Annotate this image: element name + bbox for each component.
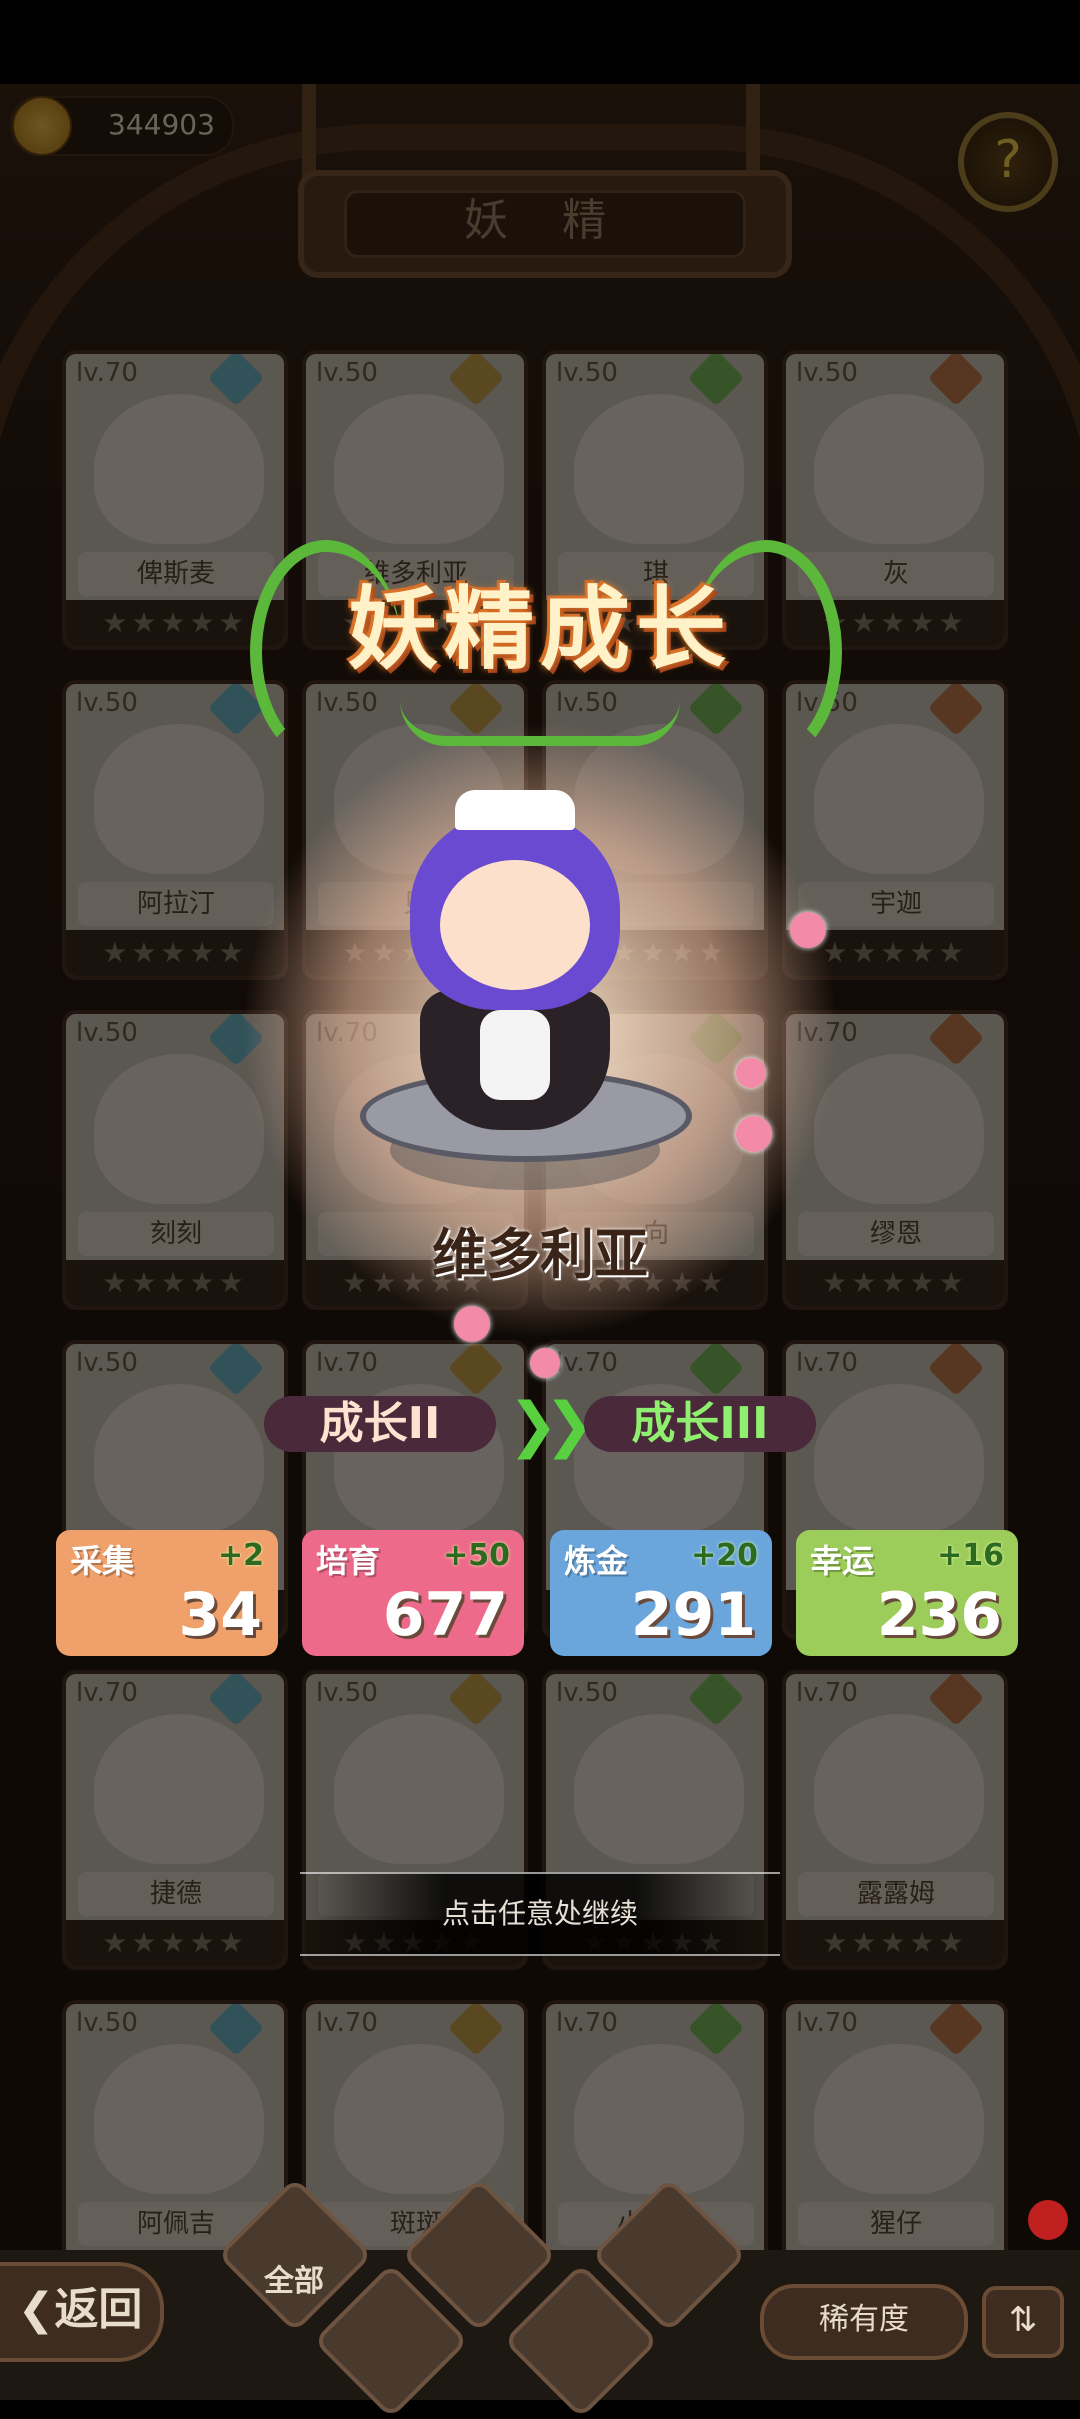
ladybug-icon[interactable]	[1028, 2200, 1068, 2240]
vine-ornament-icon	[400, 700, 680, 746]
stage-to: 成长III	[584, 1396, 816, 1452]
fairy-apron	[480, 1010, 550, 1100]
stat-luck: 幸运 +16 236	[796, 1530, 1018, 1656]
fairy-face	[440, 860, 590, 990]
rarity-sort-button[interactable]: 稀有度	[760, 2284, 968, 2360]
stage-from: 成长II	[264, 1396, 496, 1452]
sort-icon[interactable]: ⇅	[982, 2286, 1064, 2358]
back-button[interactable]: ❮返回	[0, 2262, 164, 2362]
stat-increase: +2	[217, 1538, 264, 1573]
back-label: 返回	[54, 2284, 143, 2335]
stat-label: 炼金	[564, 1542, 629, 1580]
petal-icon	[530, 1348, 560, 1378]
petal-icon	[736, 1116, 772, 1152]
tap-to-continue[interactable]: 点击任意处继续	[300, 1872, 780, 1956]
stat-increase: +20	[691, 1538, 758, 1573]
stat-increase: +16	[937, 1538, 1004, 1573]
petal-icon	[736, 1058, 766, 1088]
stat-increase: +50	[443, 1538, 510, 1573]
stat-value: 291	[630, 1580, 756, 1650]
stat-collect: 采集 +2 34	[56, 1530, 278, 1656]
filter-all-label: 全部	[264, 2264, 324, 2299]
petal-icon	[454, 1306, 490, 1342]
stat-alchemy: 炼金 +20 291	[550, 1530, 772, 1656]
stat-value: 677	[382, 1580, 508, 1650]
stat-label: 采集	[70, 1542, 135, 1580]
fairy-character	[360, 790, 720, 1170]
stat-value: 236	[876, 1580, 1002, 1650]
stat-value: 34	[178, 1580, 263, 1650]
stat-nurture: 培育 +50 677	[302, 1530, 524, 1656]
double-arrow-icon: ❯❯	[508, 1390, 594, 1460]
fairy-name: 维多利亚	[432, 1223, 648, 1286]
stat-label: 培育	[316, 1542, 381, 1580]
growth-title: 妖精成长	[348, 577, 732, 682]
stat-label: 幸运	[810, 1542, 875, 1580]
status-bar	[0, 0, 1080, 84]
maid-cap	[455, 790, 575, 830]
petal-icon	[790, 912, 826, 948]
